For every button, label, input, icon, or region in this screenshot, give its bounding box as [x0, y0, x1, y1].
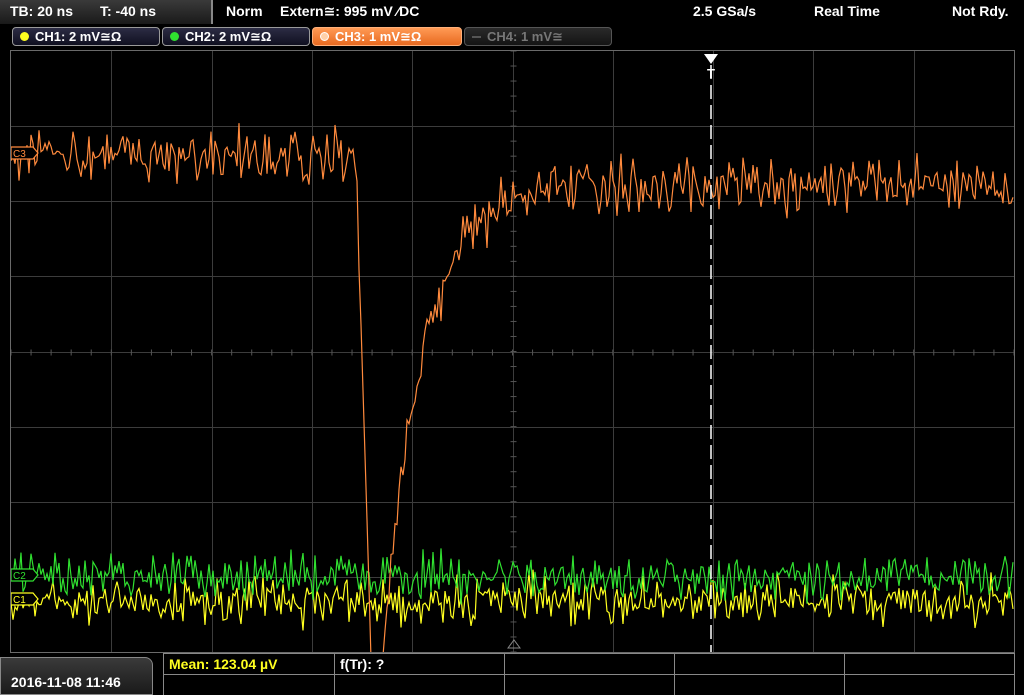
ch1-indicator-icon: [20, 32, 29, 41]
waveform-canvas: T C3 C2 C1: [11, 51, 1014, 652]
sample-rate[interactable]: 2.5 GSa/s: [693, 3, 756, 19]
trigger-time-label: T: -40 ns: [100, 3, 157, 19]
ch2-offset-marker[interactable]: C2: [11, 568, 39, 582]
ch3-marker-label: C3: [13, 149, 26, 160]
channel-ch2-button[interactable]: CH2: 2 mV≅Ω: [162, 27, 310, 46]
acquisition-mode[interactable]: Norm: [226, 3, 263, 19]
ch3-offset-marker[interactable]: C3: [11, 146, 39, 160]
status-bar: TB: 20 ns T: -40 ns Norm Extern≅: 995 mV…: [0, 0, 1024, 24]
trigger-info[interactable]: Extern≅: 995 mV ∕DC: [280, 3, 419, 20]
ch3-indicator-icon: [320, 32, 329, 41]
ch4-label: CH4: 1 mV≅: [487, 29, 563, 44]
ftr-measurement[interactable]: f(Tr): ?: [340, 656, 384, 672]
channel-bar: CH1: 2 mV≅Ω CH2: 2 mV≅Ω CH3: 1 mV≅Ω CH4:…: [0, 24, 1024, 50]
ch2-marker-label: C2: [13, 571, 26, 582]
ch3-trace[interactable]: [11, 123, 1014, 652]
timebase-box[interactable]: TB: 20 ns T: -40 ns: [0, 0, 213, 24]
ch2-label: CH2: 2 mV≅Ω: [185, 29, 272, 44]
ch2-indicator-icon: [170, 32, 179, 41]
traces: [11, 123, 1014, 652]
channel-ch3-button[interactable]: CH3: 1 mV≅Ω: [312, 27, 462, 46]
mean-measurement[interactable]: Mean: 123.04 µV: [169, 656, 277, 672]
timebase-label: TB: 20 ns: [10, 3, 74, 19]
ch1-marker-label: C1: [13, 595, 26, 606]
trigger-marker-label: T: [707, 66, 715, 81]
ch1-offset-marker[interactable]: C1: [11, 592, 39, 606]
realtime-mode[interactable]: Real Time: [814, 3, 880, 19]
measurement-grid: [163, 653, 1015, 695]
measurement-table[interactable]: Mean: 123.04 µV f(Tr): ?: [163, 653, 1015, 695]
waveform-display[interactable]: T C3 C2 C1: [10, 50, 1015, 653]
ch4-indicator-icon: [472, 36, 481, 38]
channel-ch4-button[interactable]: CH4: 1 mV≅: [464, 27, 612, 46]
datetime-label: 2016-11-08 11:46: [11, 674, 121, 690]
ch3-label: CH3: 1 mV≅Ω: [335, 29, 422, 44]
trigger-status: Not Rdy.: [952, 3, 1009, 19]
channel-ch1-button[interactable]: CH1: 2 mV≅Ω: [12, 27, 160, 46]
trigger-arrow-icon[interactable]: [704, 54, 718, 64]
datetime-box: 2016-11-08 11:46: [0, 657, 153, 695]
ch1-label: CH1: 2 mV≅Ω: [35, 29, 122, 44]
